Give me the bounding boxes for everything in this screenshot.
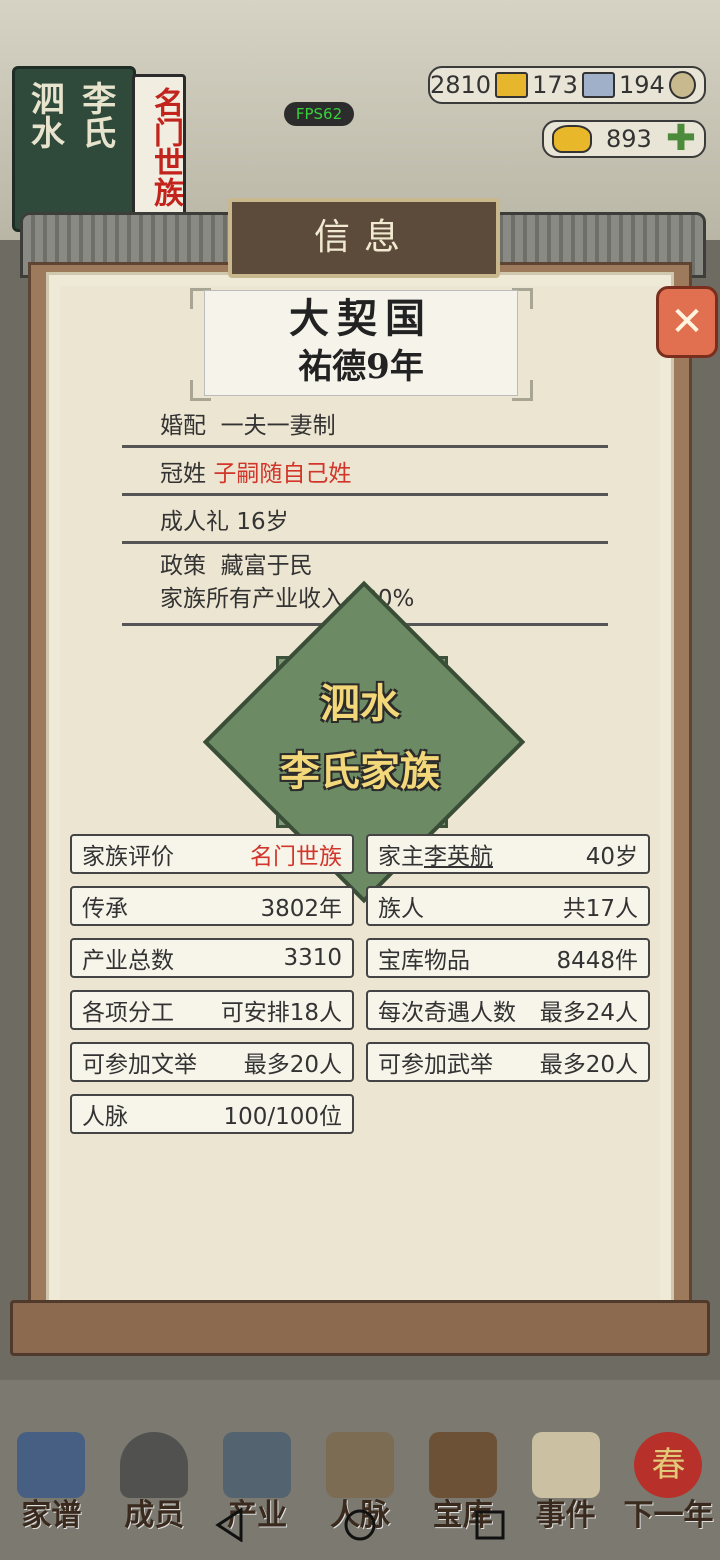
emblem-text: 泗水 李氏家族	[238, 670, 482, 806]
home-button[interactable]	[340, 1505, 380, 1545]
stat-military-exam: 可参加武举 最多20人	[366, 1042, 650, 1082]
stat-heritage: 传承 3802年	[70, 886, 354, 926]
resource-2-value: 173	[532, 71, 578, 99]
family-sign-col1: 泗水	[24, 81, 65, 149]
stat-encounter: 每次奇遇人数 最多24人	[366, 990, 650, 1030]
coming-of-age-label: 成人礼	[160, 509, 229, 535]
family-rank-banner: 名门世族	[132, 74, 186, 230]
industry-building-icon	[223, 1432, 292, 1498]
close-icon: ✕	[670, 299, 704, 345]
marriage-row: 婚配 一夫一妻制	[122, 406, 608, 448]
military-exam-value: 最多20人	[539, 1052, 638, 1078]
stat-reputation: 家族评价 名门世族	[70, 834, 354, 874]
country-name: 大契国	[289, 295, 433, 342]
gold-ingot-value: 893	[606, 125, 652, 153]
policy-label: 政策	[160, 553, 206, 579]
stat-civil-exam: 可参加文举 最多20人	[70, 1042, 354, 1082]
network-label: 人脉	[82, 1104, 128, 1130]
resource-bar: 2810 173 194	[428, 66, 706, 104]
reputation-label: 家族评价	[82, 844, 174, 870]
gold-ingot-bar: 893 ✚	[542, 120, 706, 158]
coming-of-age-value: 16岁	[236, 509, 289, 535]
work-value: 可安排18人	[220, 1000, 342, 1026]
recents-square-icon	[475, 1510, 505, 1540]
family-signboard[interactable]: 泗水 李氏	[12, 66, 136, 232]
heritage-value: 3802年	[260, 896, 342, 922]
back-button[interactable]	[210, 1505, 250, 1545]
panel-base	[10, 1300, 710, 1356]
head-label: 家主	[378, 844, 424, 870]
surname-label: 冠姓	[160, 461, 206, 487]
industry-label: 产业总数	[82, 948, 174, 974]
close-button[interactable]: ✕	[656, 286, 718, 358]
silver-bar-icon	[581, 72, 615, 98]
civil-exam-value: 最多20人	[243, 1052, 342, 1078]
policy-value: 藏富于民	[220, 553, 313, 579]
stat-industry: 产业总数 3310	[70, 938, 354, 978]
network-graph-icon	[325, 1432, 394, 1498]
treasure-chest-icon	[428, 1432, 497, 1498]
era-year: 祐德9年	[298, 347, 424, 387]
marriage-label: 婚配	[160, 413, 206, 439]
coming-of-age-row: 成人礼 16岁	[122, 502, 608, 544]
members-label: 族人	[378, 896, 424, 922]
stat-work: 各项分工 可安排18人	[70, 990, 354, 1030]
reputation-value: 名门世族	[250, 844, 342, 870]
family-sign-col2: 李氏	[75, 81, 116, 149]
fps-counter: FPS62	[284, 102, 354, 126]
era-box: 大契国 祐德9年	[204, 290, 518, 396]
members-value: 共17人	[562, 896, 638, 922]
stat-network: 人脉 100/100位	[70, 1094, 354, 1134]
heritage-label: 传承	[82, 896, 128, 922]
genealogy-book-icon	[17, 1432, 86, 1498]
family-rank-text: 名门世族	[148, 87, 183, 207]
emblem-line1: 泗水	[320, 680, 400, 727]
home-circle-icon	[344, 1509, 376, 1541]
work-label: 各项分工	[82, 1000, 174, 1026]
treasury-label: 宝库物品	[378, 948, 470, 974]
spring-lantern-icon: 春	[634, 1432, 703, 1498]
add-gold-icon[interactable]: ✚	[666, 121, 696, 157]
scroll-icon	[531, 1432, 600, 1498]
network-value: 100/100位	[223, 1104, 342, 1130]
gold-ingot-icon	[552, 125, 592, 153]
military-exam-label: 可参加武举	[378, 1052, 493, 1078]
encounter-label: 每次奇遇人数	[378, 1000, 516, 1026]
marriage-value: 一夫一妻制	[220, 413, 336, 439]
surname-value: 子嗣随自己姓	[213, 461, 352, 487]
surname-row: 冠姓 子嗣随自己姓	[122, 454, 608, 496]
treasury-value: 8448件	[556, 948, 638, 974]
stat-members: 族人 共17人	[366, 886, 650, 926]
system-nav-bar	[0, 1490, 720, 1560]
gold-bar-icon	[495, 72, 529, 98]
encounter-value: 最多24人	[539, 1000, 638, 1026]
head-name-link[interactable]: 李英航	[424, 844, 493, 870]
recents-button[interactable]	[470, 1505, 510, 1545]
copper-coin-icon	[668, 71, 696, 99]
civil-exam-label: 可参加文举	[82, 1052, 197, 1078]
stat-treasury: 宝库物品 8448件	[366, 938, 650, 978]
head-age: 40岁	[585, 844, 638, 870]
resource-3-value: 194	[618, 71, 665, 99]
back-triangle-icon	[215, 1508, 243, 1542]
emblem-line2: 李氏家族	[280, 748, 440, 795]
industry-value: 3310	[283, 945, 342, 971]
stat-family-head[interactable]: 家主李英航 40岁	[366, 834, 650, 874]
members-portrait-icon	[120, 1432, 189, 1498]
resource-1-value: 2810	[430, 71, 492, 99]
dialog-title: 信息	[228, 198, 500, 278]
